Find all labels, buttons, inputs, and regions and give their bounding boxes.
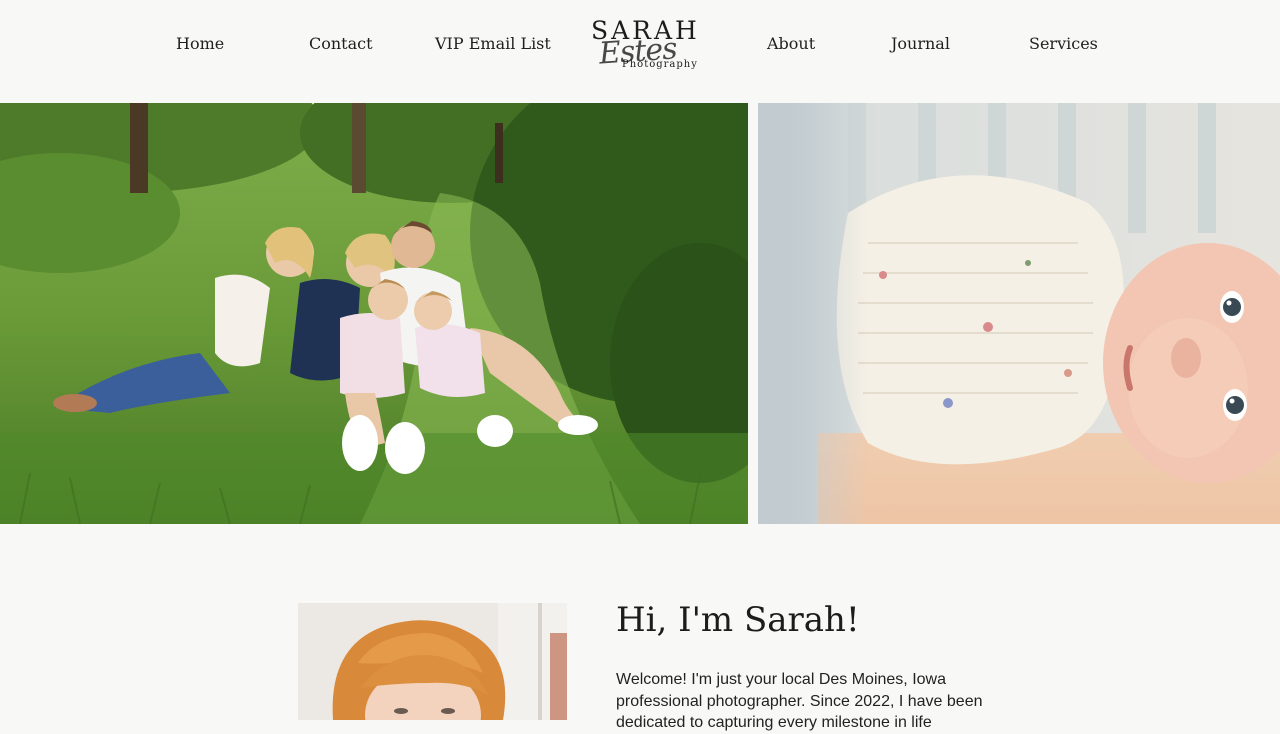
newborn-photo-illustration	[758, 103, 1280, 524]
logo-subtitle: Photography	[622, 59, 698, 70]
hero-newborn-photo	[758, 103, 1280, 524]
hero-family-photo	[0, 103, 748, 524]
portrait-illustration	[298, 603, 567, 720]
family-photo-illustration	[0, 103, 748, 524]
site-logo[interactable]: SARAH Estes Photography	[589, 16, 697, 76]
nav-journal-link[interactable]: Journal	[891, 34, 950, 53]
about-intro-text: Welcome! I'm just your local Des Moines,…	[616, 671, 983, 731]
site-header: Home Contact VIP Email List SARAH Estes …	[0, 0, 1280, 103]
nav-about-link[interactable]: About	[767, 34, 815, 53]
nav-contact-link[interactable]: Contact	[309, 34, 373, 53]
nav-vip-email-list-link[interactable]: VIP Email List	[435, 34, 551, 53]
nav-home-link[interactable]: Home	[176, 34, 224, 53]
about-portrait-photo	[298, 603, 567, 720]
nav-services-link[interactable]: Services	[1029, 34, 1098, 53]
about-heading: Hi, I'm Sarah!	[616, 600, 860, 640]
